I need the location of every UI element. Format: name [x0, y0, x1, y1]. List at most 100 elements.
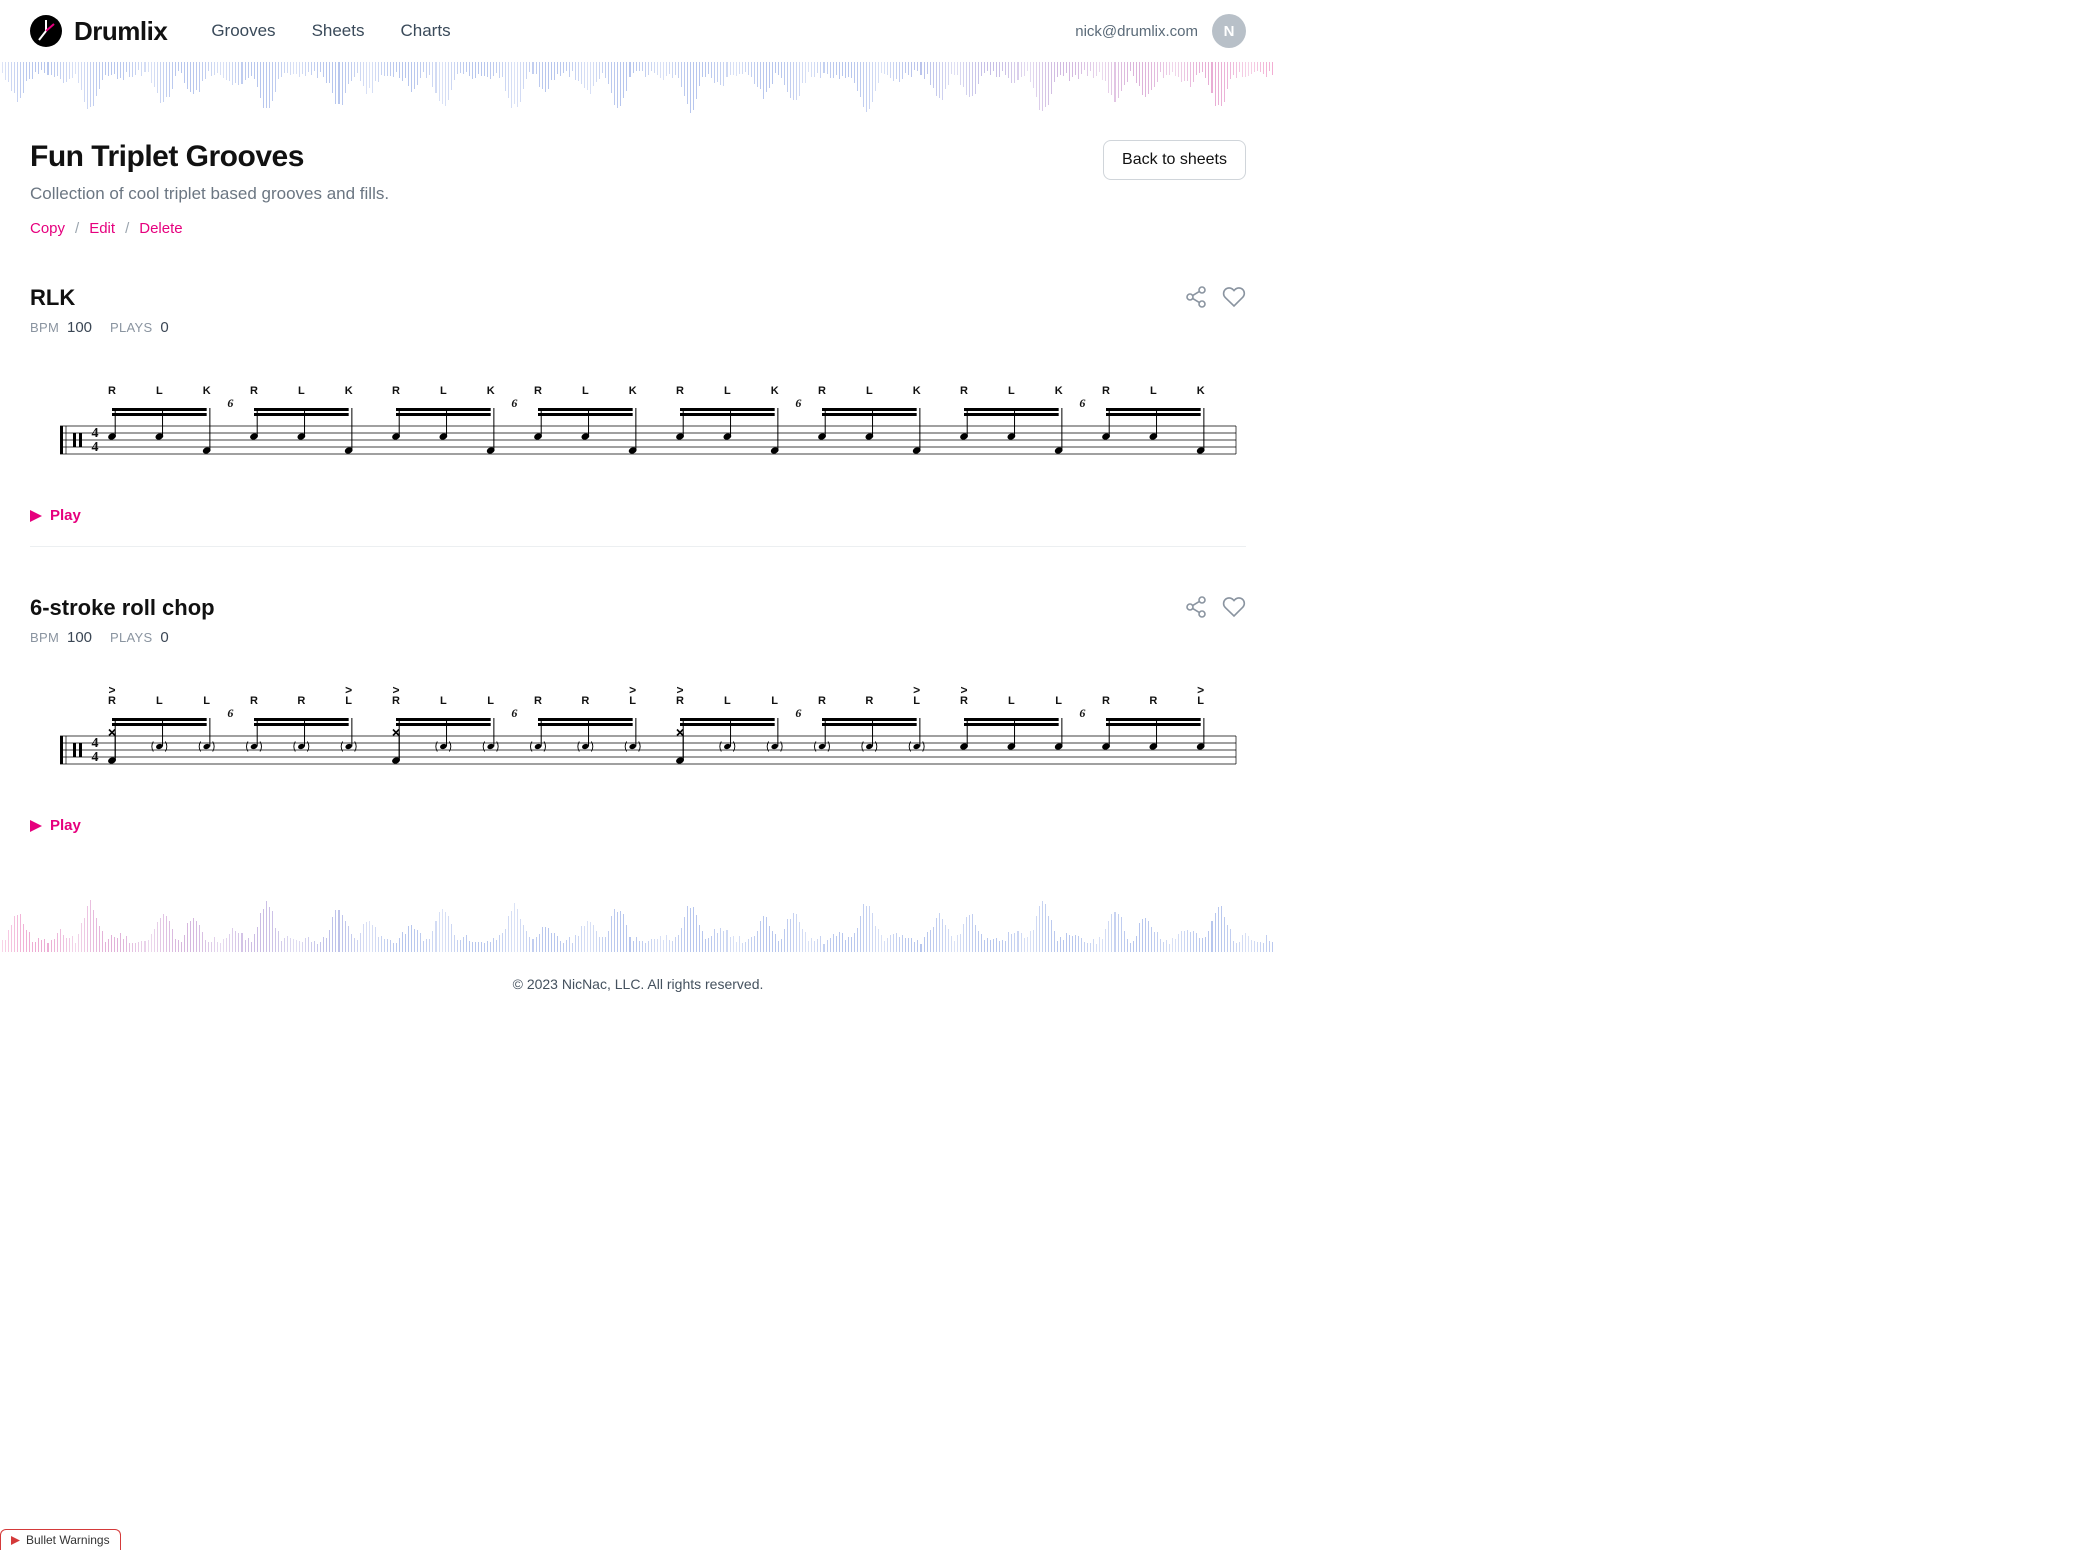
delete-link[interactable]: Delete: [139, 220, 182, 237]
svg-text:K: K: [1197, 385, 1205, 397]
nav-charts[interactable]: Charts: [401, 21, 451, 41]
svg-text:L: L: [582, 385, 589, 397]
svg-text:K: K: [771, 385, 779, 397]
svg-text:6: 6: [795, 396, 801, 410]
svg-text:4: 4: [92, 736, 99, 751]
svg-text:6: 6: [1079, 706, 1085, 720]
logo-text: Drumlix: [74, 16, 167, 47]
svg-text:>: >: [629, 683, 636, 697]
svg-text:>: >: [913, 683, 920, 697]
play-icon: [30, 510, 42, 522]
play-label: Play: [50, 507, 81, 524]
svg-text:K: K: [487, 385, 495, 397]
svg-text:6: 6: [227, 706, 233, 720]
svg-text:R: R: [960, 385, 968, 397]
nav: Grooves Sheets Charts: [211, 21, 450, 41]
bpm-label: BPM 100: [30, 319, 92, 336]
groove-block: 6-stroke roll chopBPM 100 PLAYS 0 446666…: [30, 595, 1246, 856]
groove-title: 6-stroke roll chop: [30, 595, 215, 621]
separator: /: [125, 220, 129, 237]
svg-text:L: L: [1150, 385, 1157, 397]
bpm-value: 100: [67, 629, 92, 646]
svg-text:K: K: [1055, 385, 1063, 397]
svg-text:R: R: [297, 695, 305, 707]
svg-text:>: >: [960, 683, 967, 697]
svg-text:L: L: [156, 695, 163, 707]
svg-text:R: R: [534, 385, 542, 397]
svg-text:K: K: [629, 385, 637, 397]
svg-text:R: R: [1102, 385, 1110, 397]
svg-text:K: K: [345, 385, 353, 397]
back-to-sheets-button[interactable]: Back to sheets: [1103, 140, 1246, 180]
svg-text:K: K: [203, 385, 211, 397]
svg-text:L: L: [156, 385, 163, 397]
plays-label: PLAYS 0: [110, 629, 169, 646]
svg-text:>: >: [392, 683, 399, 697]
svg-text:L: L: [203, 695, 210, 707]
svg-text:R: R: [1149, 695, 1157, 707]
svg-text:6: 6: [1079, 396, 1085, 410]
svg-text:6: 6: [795, 706, 801, 720]
bullet-warnings-label: Bullet Warnings: [26, 1533, 110, 1547]
page-title: Fun Triplet Grooves: [30, 140, 389, 174]
svg-text:>: >: [1197, 683, 1204, 697]
bullet-warnings-tab[interactable]: Bullet Warnings: [0, 1529, 121, 1550]
svg-text:K: K: [913, 385, 921, 397]
svg-text:L: L: [866, 385, 873, 397]
sheet-actions: Copy / Edit / Delete: [30, 220, 1246, 237]
svg-text:L: L: [771, 695, 778, 707]
play-button[interactable]: Play: [30, 817, 1246, 834]
groove-title: RLK: [30, 285, 169, 311]
bpm-label: BPM 100: [30, 629, 92, 646]
groove-block: RLKBPM 100 PLAYS 0 446666RLKRLKRLKRLKRLK…: [30, 285, 1246, 547]
copy-link[interactable]: Copy: [30, 220, 65, 237]
edit-link[interactable]: Edit: [89, 220, 115, 237]
share-icon[interactable]: [1184, 595, 1208, 619]
groove-meta: BPM 100 PLAYS 0: [30, 629, 215, 646]
svg-text:R: R: [108, 385, 116, 397]
notation: 446666R>LLRRL>R>LLRRL>R>LLRRL>R>LLRRL>: [30, 674, 1246, 794]
svg-text:L: L: [440, 695, 447, 707]
header: Drumlix Grooves Sheets Charts nick@druml…: [0, 0, 1276, 62]
svg-text:R: R: [865, 695, 873, 707]
page-subtitle: Collection of cool triplet based grooves…: [30, 184, 389, 204]
svg-text:R: R: [1102, 695, 1110, 707]
svg-text:4: 4: [92, 440, 99, 455]
logo[interactable]: Drumlix: [30, 15, 167, 47]
notation: 446666RLKRLKRLKRLKRLKRLKRLKRLK: [30, 364, 1246, 484]
bpm-value: 100: [67, 319, 92, 336]
svg-text:L: L: [1008, 695, 1015, 707]
play-label: Play: [50, 817, 81, 834]
waveform-decoration-bottom: [0, 896, 1276, 952]
svg-text:L: L: [724, 695, 731, 707]
svg-text:L: L: [440, 385, 447, 397]
svg-text:4: 4: [92, 426, 99, 441]
svg-text:R: R: [250, 385, 258, 397]
nav-grooves[interactable]: Grooves: [211, 21, 275, 41]
svg-text:>: >: [108, 683, 115, 697]
avatar[interactable]: N: [1212, 14, 1246, 48]
separator: /: [75, 220, 79, 237]
footer-copyright: © 2023 NicNac, LLC. All rights reserved.: [0, 952, 1276, 1016]
svg-text:>: >: [676, 683, 683, 697]
svg-text:R: R: [818, 385, 826, 397]
svg-text:L: L: [1008, 385, 1015, 397]
nav-sheets[interactable]: Sheets: [312, 21, 365, 41]
heart-icon[interactable]: [1222, 595, 1246, 619]
user-area: nick@drumlix.com N: [1075, 14, 1246, 48]
user-email[interactable]: nick@drumlix.com: [1075, 23, 1198, 40]
svg-text:L: L: [487, 695, 494, 707]
svg-text:L: L: [724, 385, 731, 397]
play-button[interactable]: Play: [30, 507, 1246, 524]
svg-text:L: L: [1055, 695, 1062, 707]
plays-value: 0: [160, 629, 168, 646]
plays-value: 0: [160, 319, 168, 336]
play-icon: [30, 820, 42, 832]
share-icon[interactable]: [1184, 285, 1208, 309]
svg-text:R: R: [250, 695, 258, 707]
svg-text:R: R: [581, 695, 589, 707]
svg-text:6: 6: [511, 396, 517, 410]
heart-icon[interactable]: [1222, 285, 1246, 309]
svg-text:R: R: [818, 695, 826, 707]
groove-meta: BPM 100 PLAYS 0: [30, 319, 169, 336]
